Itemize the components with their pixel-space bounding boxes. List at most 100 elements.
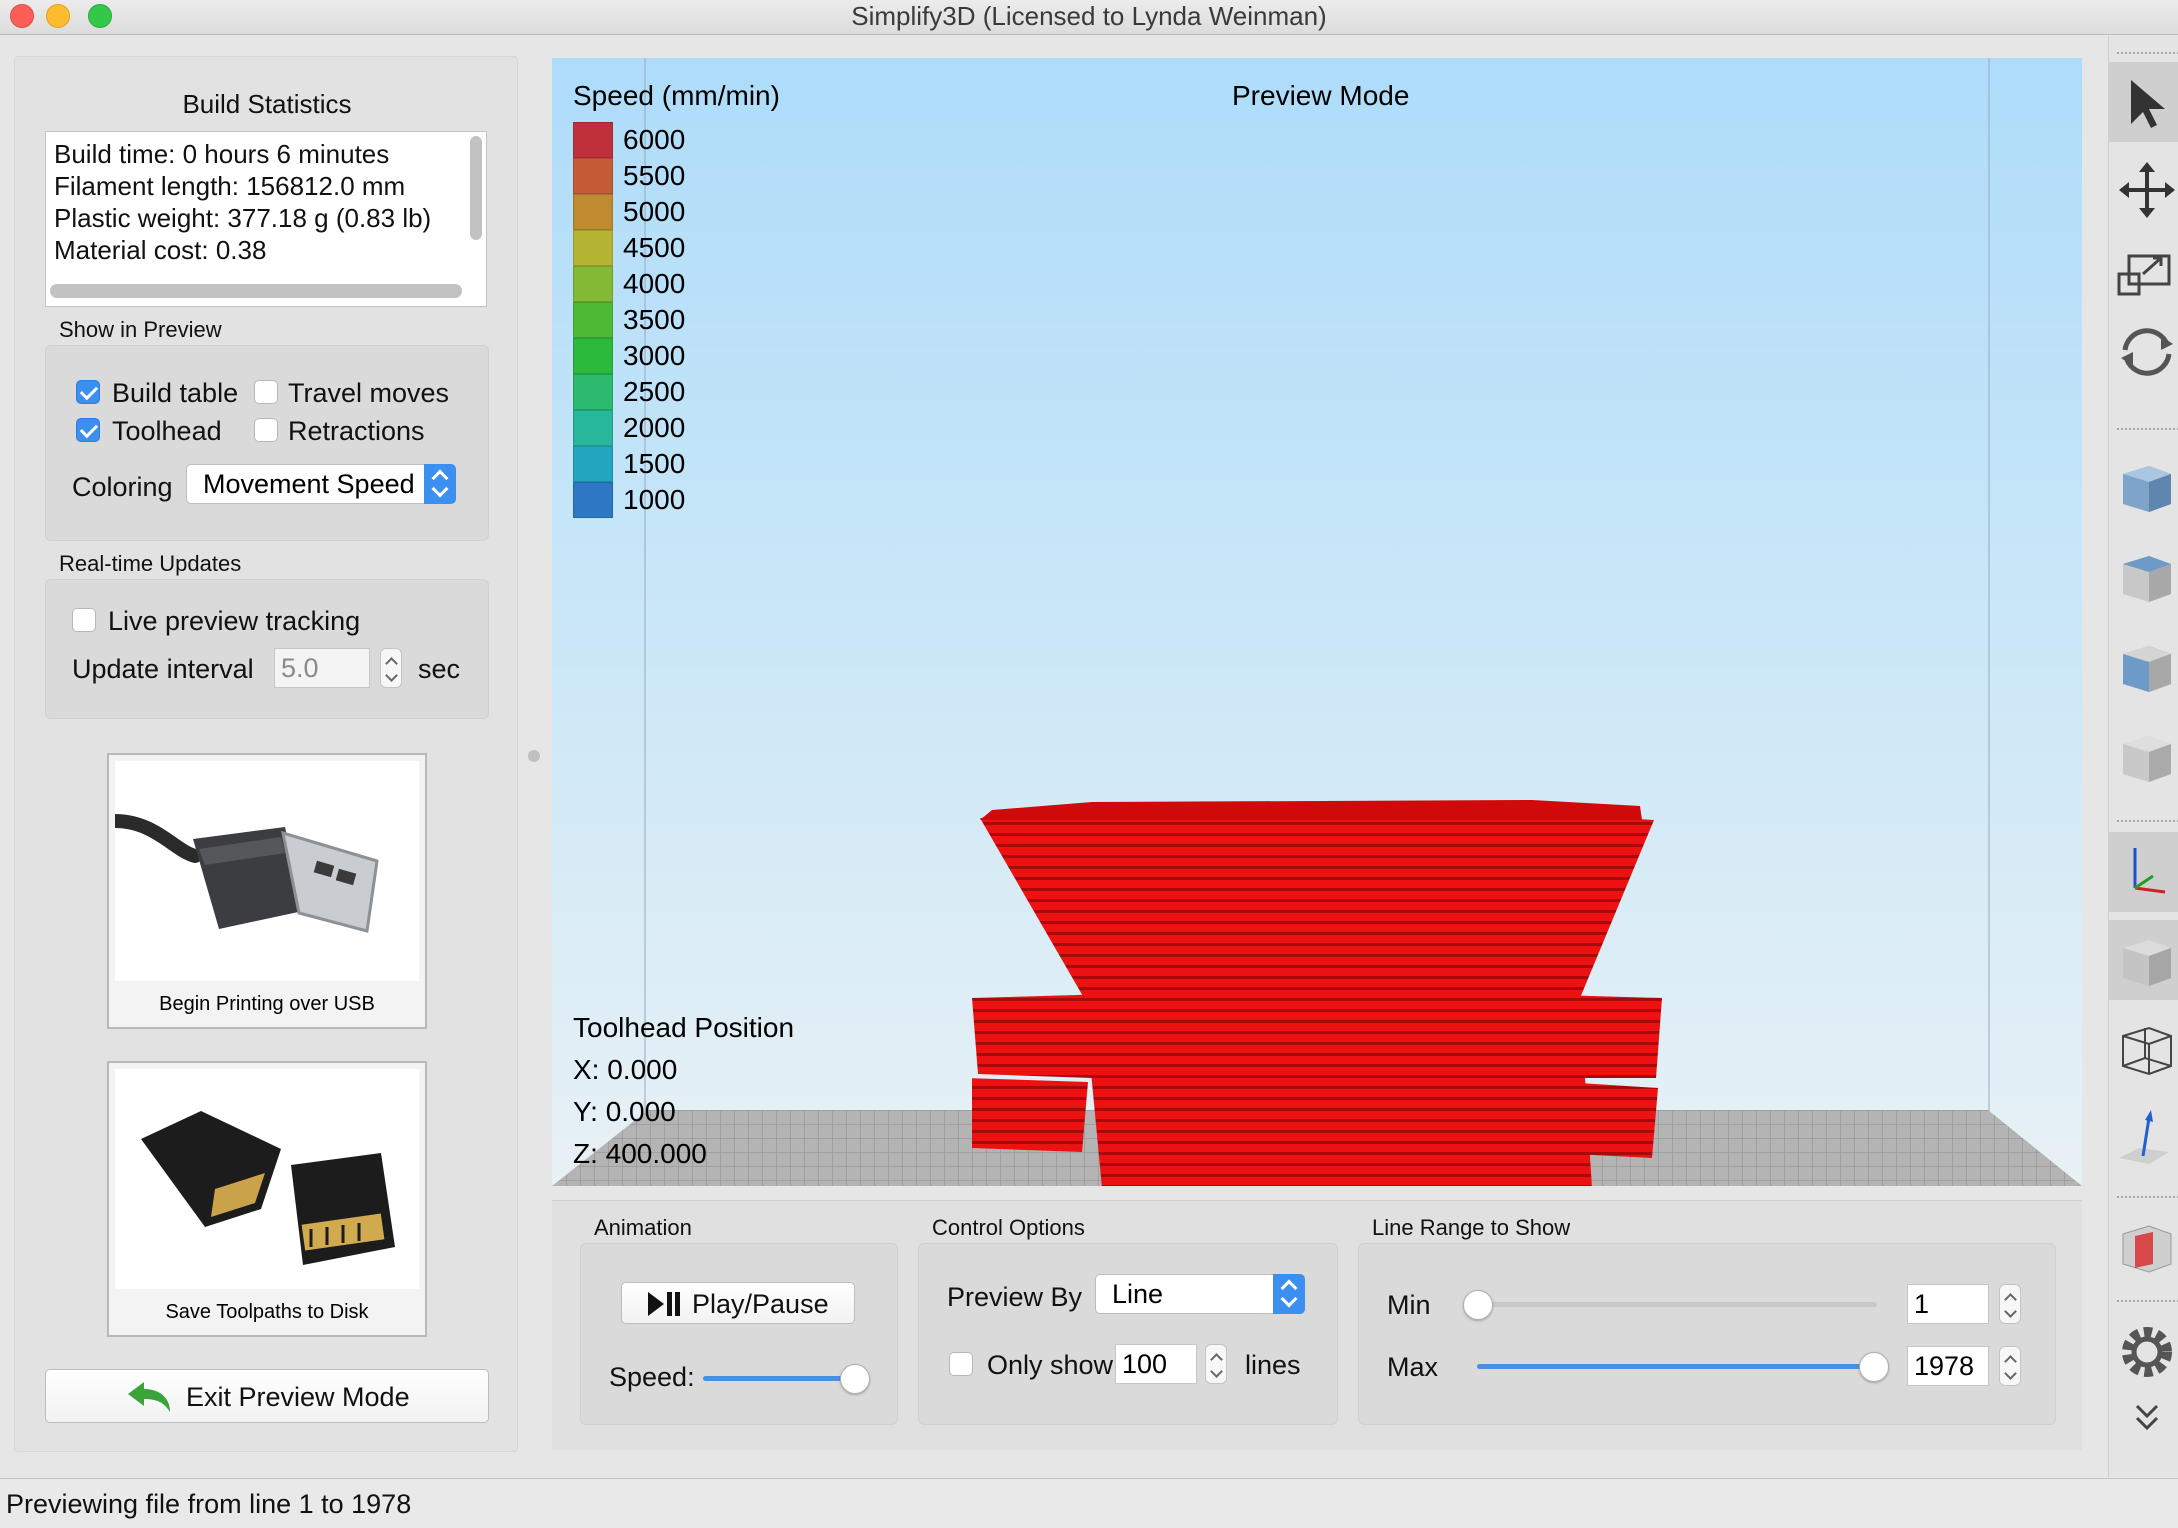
- stats-vertical-scrollbar[interactable]: [470, 136, 482, 240]
- axes-icon[interactable]: [2109, 832, 2178, 912]
- preview-by-select[interactable]: Line: [1095, 1274, 1305, 1314]
- only-show-checkbox[interactable]: [949, 1352, 973, 1376]
- left-panel: Build Statistics Build time: 0 hours 6 m…: [14, 56, 518, 1452]
- travel-moves-checkbox[interactable]: [254, 380, 278, 404]
- usb-caption: Begin Printing over USB: [159, 993, 375, 1015]
- update-interval-stepper[interactable]: [380, 648, 402, 688]
- save-toolpaths-disk-button[interactable]: Save Toolpaths to Disk: [107, 1061, 427, 1337]
- toolhead-position-title: Toolhead Position: [573, 1012, 795, 1043]
- legend-value: 2500: [623, 376, 686, 407]
- scale-icon[interactable]: [2109, 230, 2178, 310]
- max-line-track[interactable]: [1477, 1364, 1877, 1369]
- toolbar-separator: [2117, 52, 2178, 54]
- preview-viewport[interactable]: Speed (mm/min) Preview Mode 6000 5500 5000…: [552, 58, 2082, 1186]
- select-arrows-icon: [424, 464, 456, 504]
- legend-title: Speed (mm/min): [573, 80, 780, 111]
- min-line-stepper[interactable]: [1999, 1284, 2021, 1324]
- legend-row-3000: 3000: [573, 338, 773, 374]
- legend-row-4000: 4000: [573, 266, 773, 302]
- build-table-checkbox[interactable]: [76, 380, 100, 404]
- legend-row-6000: 6000: [573, 122, 773, 158]
- panel-splitter-handle[interactable]: [528, 750, 540, 762]
- view-front-cube-icon[interactable]: [2109, 626, 2178, 706]
- min-line-track[interactable]: [1477, 1302, 1877, 1307]
- update-interval-input[interactable]: 5.0: [274, 648, 370, 688]
- wireframe-cube-icon[interactable]: [2109, 1008, 2178, 1088]
- begin-printing-usb-button[interactable]: Begin Printing over USB: [107, 753, 427, 1029]
- select-arrow-icon[interactable]: [2109, 62, 2178, 142]
- toolhead-label: Toolhead: [112, 416, 222, 446]
- rotate-icon[interactable]: [2109, 310, 2178, 390]
- view-side-cube-icon[interactable]: [2109, 716, 2178, 796]
- min-line-input[interactable]: 1: [1907, 1284, 1989, 1324]
- stats-horizontal-scrollbar[interactable]: [50, 284, 462, 298]
- toolbar-separator: [2117, 428, 2178, 430]
- play-pause-icon: [648, 1292, 680, 1316]
- max-line-knob[interactable]: [1859, 1352, 1889, 1382]
- view-top-cube-icon[interactable]: [2109, 536, 2178, 616]
- sd-card-icon: [141, 1111, 395, 1265]
- cross-section-icon[interactable]: [2109, 1206, 2178, 1286]
- preview-by-value: Line: [1112, 1279, 1164, 1309]
- toolbar-separator: [2117, 1300, 2178, 1302]
- legend-swatch: [573, 338, 613, 374]
- realtime-updates-group: Live preview tracking Update interval 5.…: [45, 579, 489, 719]
- max-line-input[interactable]: 1978: [1907, 1346, 1989, 1386]
- legend-value: 5500: [623, 160, 686, 191]
- coloring-select-value: Movement Speed: [203, 469, 415, 499]
- stat-filament-length: Filament length: 156812.0 mm: [54, 171, 406, 201]
- stat-build-time: Build time: 0 hours 6 minutes: [54, 139, 390, 169]
- preview-mode-title: Preview Mode: [1232, 80, 1410, 111]
- sd-card-image: [115, 1069, 419, 1289]
- exit-preview-mode-button[interactable]: Exit Preview Mode: [45, 1369, 489, 1423]
- max-line-stepper[interactable]: [1999, 1346, 2021, 1386]
- speed-label: Speed:: [609, 1362, 695, 1392]
- play-pause-label: Play/Pause: [692, 1289, 829, 1319]
- settings-gear-icon[interactable]: [2109, 1312, 2178, 1392]
- build-volume-edge-right: [1988, 58, 1990, 1118]
- control-options-group: Preview By Line Only show 100 lines: [918, 1243, 1338, 1425]
- status-text: Previewing file from line 1 to 1978: [6, 1489, 412, 1519]
- travel-moves-label: Travel moves: [288, 378, 450, 408]
- preview-by-label: Preview By: [947, 1282, 1083, 1312]
- title-bar: Simplify3D (Licensed to Lynda Weinman): [0, 0, 2178, 35]
- legend-swatch: [573, 482, 613, 518]
- min-label: Min: [1387, 1290, 1431, 1320]
- coloring-select[interactable]: Movement Speed: [186, 464, 456, 504]
- legend-row-1500: 1500: [573, 446, 773, 482]
- legend-swatch: [573, 410, 613, 446]
- usb-image: [108, 761, 419, 981]
- only-show-label: Only show: [987, 1350, 1114, 1380]
- toolhead-y: Y: 0.000: [573, 1096, 676, 1127]
- coloring-label: Coloring: [72, 472, 173, 502]
- legend-value: 3000: [623, 340, 686, 371]
- only-show-lines-stepper[interactable]: [1205, 1344, 1227, 1384]
- status-bar: Previewing file from line 1 to 1978: [0, 1478, 2178, 1528]
- view-iso-cube-icon[interactable]: [2109, 446, 2178, 526]
- normals-icon[interactable]: [2109, 1096, 2178, 1176]
- legend-row-2500: 2500: [573, 374, 773, 410]
- toolhead-z: Z: 400.000: [573, 1138, 707, 1169]
- legend-row-5500: 5500: [573, 158, 773, 194]
- min-line-knob[interactable]: [1463, 1290, 1493, 1320]
- legend-value: 1500: [623, 448, 686, 479]
- legend-value: 2000: [623, 412, 686, 443]
- build-statistics-box: Build time: 0 hours 6 minutes Filament l…: [45, 131, 487, 307]
- expand-chevron-icon[interactable]: [2109, 1392, 2178, 1442]
- play-pause-button[interactable]: Play/Pause: [621, 1282, 855, 1324]
- animation-speed-track[interactable]: [703, 1376, 863, 1381]
- move-icon[interactable]: [2109, 150, 2178, 230]
- toolbar-separator: [2117, 1196, 2178, 1198]
- solid-cube-icon[interactable]: [2109, 920, 2178, 1000]
- legend-swatch: [573, 194, 613, 230]
- legend-value: 4000: [623, 268, 686, 299]
- retractions-checkbox[interactable]: [254, 418, 278, 442]
- legend-row-3500: 3500: [573, 302, 773, 338]
- live-preview-tracking-checkbox[interactable]: [72, 608, 96, 632]
- animation-speed-knob[interactable]: [840, 1364, 870, 1394]
- legend-value: 5000: [623, 196, 686, 227]
- only-show-lines-input[interactable]: 100: [1115, 1344, 1197, 1384]
- toolhead-checkbox[interactable]: [76, 418, 100, 442]
- control-options-heading: Control Options: [932, 1215, 1085, 1240]
- update-interval-label: Update interval: [72, 654, 254, 684]
